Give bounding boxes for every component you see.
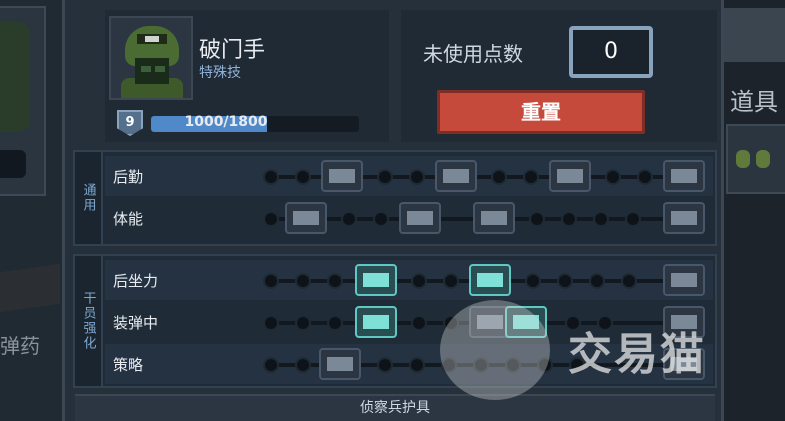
- skill-dot[interactable]: [561, 211, 577, 227]
- row-label: 后坐力: [113, 272, 159, 290]
- row-label: 体能: [113, 210, 144, 228]
- skill-dot[interactable]: [443, 273, 459, 289]
- soldier-portrait: [109, 16, 193, 100]
- skill-node-sprint-icon[interactable]: [399, 202, 441, 234]
- skill-dot[interactable]: [377, 169, 393, 185]
- skill-dot[interactable]: [557, 273, 573, 289]
- grenade-icon: [756, 150, 770, 168]
- skill-dot[interactable]: [327, 315, 343, 331]
- unused-points-label: 未使用点数: [423, 42, 523, 66]
- skill-node-ammo-icon[interactable]: [321, 160, 363, 192]
- section-tab-general: 通用: [75, 152, 103, 244]
- ammo-belt-icon: [329, 169, 355, 183]
- skill-dot[interactable]: [295, 357, 311, 373]
- row-label: 装弹中: [113, 314, 159, 332]
- skill-dot[interactable]: [411, 315, 427, 331]
- skill-dot[interactable]: [525, 273, 541, 289]
- skill-dot[interactable]: [263, 273, 279, 289]
- grenade-icon: [736, 150, 750, 168]
- skill-dot[interactable]: [409, 169, 425, 185]
- background-soldier-icon: [0, 22, 30, 132]
- slash-icon: [671, 273, 697, 287]
- row-label: 后勤: [113, 168, 144, 186]
- section-general: 通用 后勤 体能: [73, 150, 717, 246]
- background-pill: [0, 150, 26, 178]
- section-tab-cadre: 干员强化: [75, 256, 103, 386]
- goggle-icon: [141, 66, 151, 72]
- grid-icon: [481, 211, 507, 225]
- skill-dot[interactable]: [263, 315, 279, 331]
- skill-dot[interactable]: [263, 169, 279, 185]
- skill-node-backpack-icon[interactable]: [663, 160, 705, 192]
- hand-icon: [671, 211, 697, 225]
- helmet-lamp-icon: [145, 36, 159, 42]
- watermark-cat-icon: [440, 300, 550, 400]
- soldier-name: 破门手: [199, 38, 266, 63]
- skill-dot[interactable]: [523, 169, 539, 185]
- soldier-subtitle: 特殊技: [199, 65, 241, 81]
- skill-node-recoil-1[interactable]: [355, 264, 397, 296]
- tools-icon: [327, 357, 353, 371]
- skill-row-recoil: 后坐力: [105, 260, 713, 300]
- background-items-label: 道具: [730, 88, 778, 116]
- skill-dot[interactable]: [593, 211, 609, 227]
- gun-icon: [363, 273, 389, 287]
- skill-node-knife-icon[interactable]: [285, 202, 327, 234]
- knife-icon: [293, 211, 319, 225]
- skill-dot[interactable]: [295, 169, 311, 185]
- skill-dot[interactable]: [637, 169, 653, 185]
- skill-node-reload-1[interactable]: [355, 306, 397, 338]
- skill-dot[interactable]: [621, 273, 637, 289]
- skill-node-tactics-1[interactable]: [319, 348, 361, 380]
- footer-armor-label[interactable]: 侦察兵护具: [75, 394, 715, 421]
- skill-node-grid-icon[interactable]: [473, 202, 515, 234]
- skill-dot[interactable]: [263, 211, 279, 227]
- background-right-panel: [724, 0, 785, 421]
- row-label: 策略: [113, 356, 144, 374]
- skill-dot[interactable]: [409, 357, 425, 373]
- background-right-tab[interactable]: [724, 8, 785, 62]
- skill-dot[interactable]: [589, 273, 605, 289]
- xp-text: 1000/1800: [184, 114, 268, 130]
- skill-row-logistics: 后勤: [105, 156, 713, 196]
- goggle-icon: [155, 66, 165, 72]
- skill-dot[interactable]: [491, 169, 507, 185]
- gun-icon: [477, 273, 503, 287]
- skill-dot[interactable]: [529, 211, 545, 227]
- watermark-text: 交易猫: [568, 329, 706, 380]
- backpack-icon: [671, 169, 697, 183]
- background-ammo-label: 弹药: [0, 334, 40, 358]
- armor-plus-icon: [443, 169, 469, 183]
- skill-dot[interactable]: [295, 315, 311, 331]
- section-tab-label: 通用: [80, 183, 96, 213]
- skill-dot[interactable]: [411, 273, 427, 289]
- skill-dot[interactable]: [625, 211, 641, 227]
- medkit-icon: [557, 169, 583, 183]
- skill-dot[interactable]: [263, 357, 279, 373]
- skill-dot[interactable]: [373, 211, 389, 227]
- skill-dot[interactable]: [341, 211, 357, 227]
- skill-node-medkit-icon[interactable]: [549, 160, 591, 192]
- skill-node-recoil-2[interactable]: [469, 264, 511, 296]
- skill-dot[interactable]: [327, 273, 343, 289]
- sprint-icon: [407, 211, 433, 225]
- magazine-plus-icon: [363, 315, 389, 329]
- skill-dot[interactable]: [377, 357, 393, 373]
- skill-node-hand-icon[interactable]: [663, 202, 705, 234]
- section-tab-label: 干员强化: [80, 291, 96, 351]
- unused-points-value: 0: [569, 26, 653, 78]
- skill-dot[interactable]: [605, 169, 621, 185]
- background-gun-icon: [0, 263, 60, 313]
- skill-dot[interactable]: [295, 273, 311, 289]
- skill-node-recoil-3[interactable]: [663, 264, 705, 296]
- reset-button[interactable]: 重置: [437, 90, 645, 134]
- skill-row-stamina: 体能: [105, 198, 713, 238]
- skill-node-armor-icon[interactable]: [435, 160, 477, 192]
